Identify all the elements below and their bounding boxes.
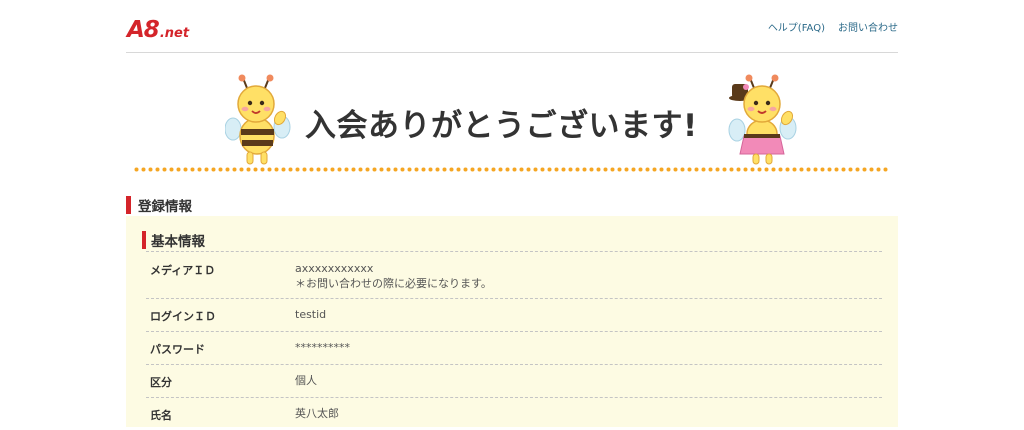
- name-label: 氏名: [150, 409, 172, 422]
- registration-info-title: 登録情報: [138, 199, 192, 215]
- a8net-logo[interactable]: A8 .net: [127, 14, 189, 42]
- media-id-value: axxxxxxxxxxx: [295, 262, 374, 275]
- row-media-id: メディアＩＤ axxxxxxxxxxx ＊お問い合わせの際に必要になります。: [146, 251, 882, 298]
- subheading-accent-bar: [142, 231, 146, 249]
- row-password: パスワード **********: [146, 331, 882, 364]
- basic-info-table: メディアＩＤ axxxxxxxxxxx ＊お問い合わせの際に必要になります。 ロ…: [146, 251, 882, 430]
- row-category: 区分 個人: [146, 364, 882, 397]
- password-value: **********: [295, 341, 350, 354]
- header-divider: [126, 52, 898, 53]
- page: A8 .net ヘルプ(FAQ) お問い合わせ 入会ありがとうございます! 登録…: [0, 0, 1024, 427]
- row-name: 氏名 英八太郎: [146, 397, 882, 430]
- heading-accent-bar: [126, 196, 131, 214]
- bee-mascot-right-icon: [728, 74, 797, 165]
- bee-mascot-left-icon: [225, 74, 291, 165]
- name-value: 英八太郎: [295, 407, 339, 420]
- password-label: パスワード: [150, 343, 205, 356]
- contact-link[interactable]: お問い合わせ: [838, 19, 898, 34]
- dotted-divider: [134, 167, 888, 172]
- logo-main-text: A8: [127, 17, 160, 43]
- category-label: 区分: [150, 376, 172, 389]
- help-faq-link[interactable]: ヘルプ(FAQ): [768, 19, 825, 34]
- logo-suffix-text: .net: [159, 26, 190, 41]
- header-links: ヘルプ(FAQ) お問い合わせ: [768, 19, 898, 34]
- login-id-label: ログインＩＤ: [150, 310, 216, 323]
- row-login-id: ログインＩＤ testid: [146, 298, 882, 331]
- registration-info-heading: 登録情報: [126, 194, 898, 217]
- media-id-label: メディアＩＤ: [150, 264, 216, 277]
- category-value: 個人: [295, 374, 317, 387]
- welcome-title: 入会ありがとうございます!: [305, 108, 698, 144]
- basic-info-panel: 基本情報 メディアＩＤ axxxxxxxxxxx ＊お問い合わせの際に必要になり…: [126, 216, 898, 427]
- media-id-note: ＊お問い合わせの際に必要になります。: [295, 277, 492, 290]
- basic-info-title: 基本情報: [151, 234, 205, 250]
- login-id-value: testid: [295, 308, 327, 321]
